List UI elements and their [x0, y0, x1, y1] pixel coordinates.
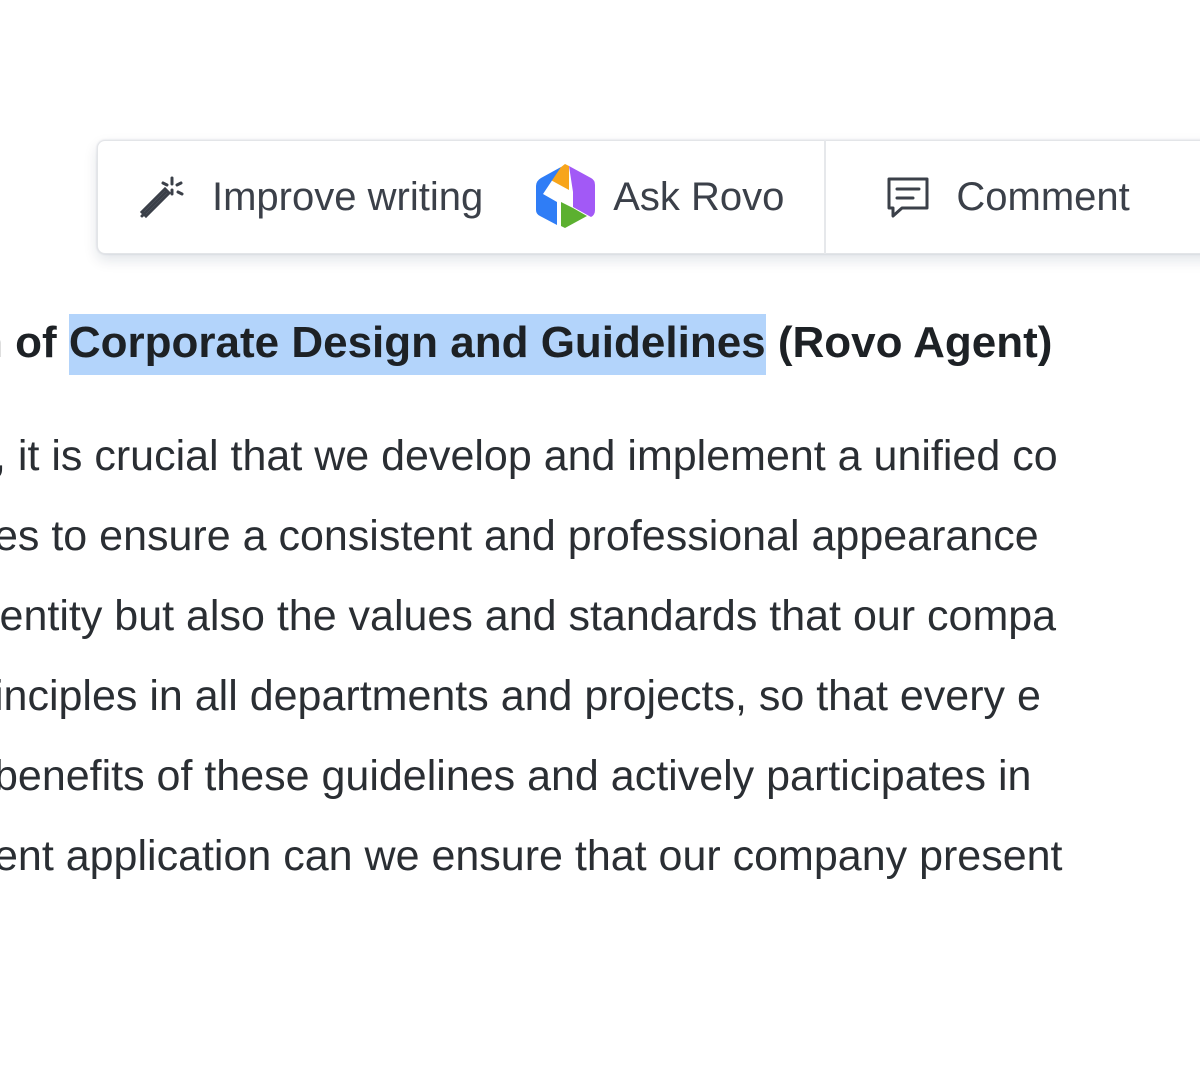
heading-text-before: n of	[0, 318, 57, 367]
paragraph-line: inciples in all departments and projects…	[0, 672, 1041, 720]
paragraph-line: es to ensure a consistent and profession…	[0, 512, 1039, 560]
document-heading: n of Corporate Design and Guidelines (Ro…	[0, 312, 1053, 375]
heading-text-after: (Rovo Agent)	[765, 318, 1053, 367]
paragraph-line: benefits of these guidelines and activel…	[0, 752, 1032, 800]
rovo-logo-icon	[533, 162, 597, 232]
ask-rovo-label: Ask Rovo	[613, 174, 785, 219]
paragraph-line: ent application can we ensure that our c…	[0, 832, 1063, 880]
improve-writing-label: Improve writing	[212, 174, 484, 219]
paragraph-line: , it is crucial that we develop and impl…	[0, 432, 1058, 480]
comment-button[interactable]: Comment	[826, 141, 1130, 253]
magic-wand-icon	[136, 172, 186, 222]
selection-toolbar: Improve writing Ask Rovo Comment	[97, 140, 1200, 254]
document-page: Improve writing Ask Rovo Comment of Corp…	[0, 0, 1200, 1085]
comment-icon	[884, 174, 932, 220]
improve-writing-button[interactable]: Improve writing	[98, 141, 483, 253]
paragraph-line: lentity but also the values and standard…	[0, 592, 1057, 640]
selected-text[interactable]: Corporate Design and Guidelines	[68, 314, 766, 375]
ask-rovo-button[interactable]: Ask Rovo	[483, 141, 784, 253]
comment-label: Comment	[956, 174, 1130, 219]
